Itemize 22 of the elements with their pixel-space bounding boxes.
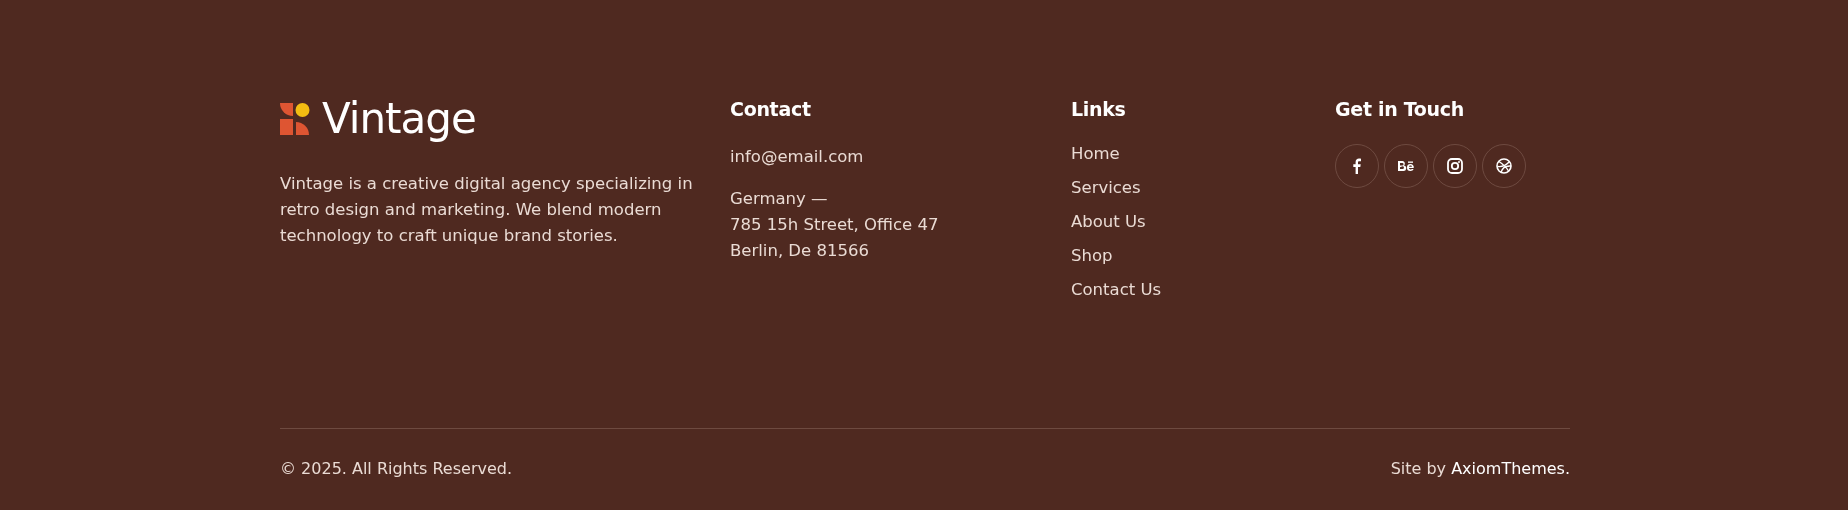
footer-link[interactable]: Contact Us	[1071, 280, 1162, 299]
dribbble-icon	[1496, 158, 1512, 174]
behance-icon	[1397, 160, 1415, 172]
footer-link[interactable]: Services	[1071, 178, 1141, 197]
brand-name: Vintage	[322, 94, 476, 143]
contact-email: info@email.com	[730, 146, 865, 168]
address-line: 785 15h Street, Office 47	[730, 214, 940, 236]
instagram-icon	[1447, 158, 1463, 174]
column-heading: Contact	[730, 98, 812, 120]
credit-text: Site by	[1390, 459, 1447, 478]
logo-icon	[280, 102, 310, 135]
column-heading: Get in Touch	[1335, 98, 1466, 120]
copyright-text: © 2025. All Rights Reserved.	[280, 459, 512, 478]
footer-link[interactable]: Shop	[1071, 246, 1113, 265]
address-line: Germany —	[730, 188, 829, 210]
column-heading: Links	[1071, 98, 1127, 120]
address-line: Berlin, De 81566	[730, 240, 870, 262]
credit-link[interactable]: AxiomThemes.	[1451, 459, 1570, 478]
facebook-icon	[1353, 158, 1361, 174]
footer-link[interactable]: About Us	[1071, 212, 1146, 231]
brand-description: Vintage is a creative digital agency specializing in retro design and marketing. We blend modern technology to craft unique brand stories.	[280, 173, 694, 247]
footer-link[interactable]: Home	[1071, 144, 1120, 163]
